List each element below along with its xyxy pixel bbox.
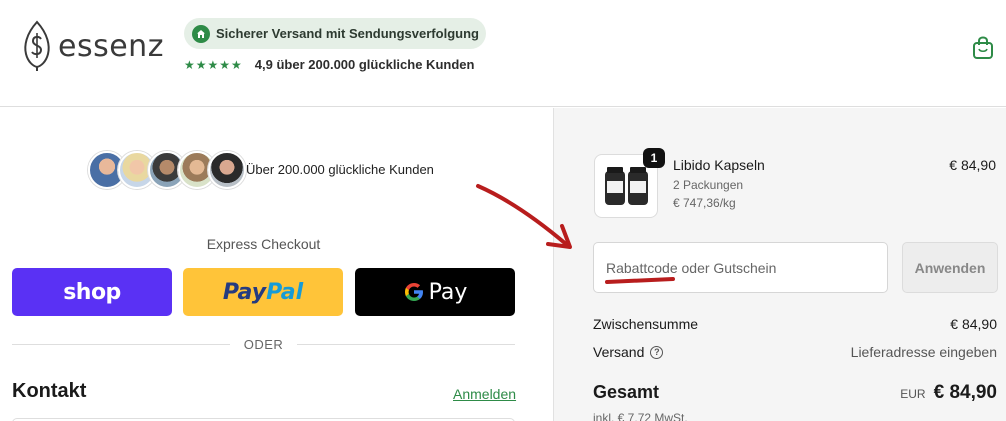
total-label: Gesamt xyxy=(593,382,660,402)
shipping-label: Versand xyxy=(593,344,645,360)
google-g-icon xyxy=(404,283,423,301)
shipping-value: Lieferadresse eingeben xyxy=(850,344,997,360)
product-price: € 84,90 xyxy=(949,157,996,173)
paypal-button[interactable]: PayPal xyxy=(183,268,343,316)
contact-heading: Kontakt xyxy=(12,380,87,402)
or-label: ODER xyxy=(243,336,284,352)
express-checkout-label: Express Checkout xyxy=(206,236,321,252)
subtotal-value: € 84,90 xyxy=(950,316,997,332)
tax-note: inkl. € 7,72 MwSt. xyxy=(593,411,688,421)
home-shield-icon xyxy=(192,24,210,43)
happy-customers-text: Über 200.000 glückliche Kunden xyxy=(246,162,434,177)
customer-avatars xyxy=(88,151,246,189)
google-pay-label: Pay xyxy=(428,279,468,305)
quantity-badge: 1 xyxy=(643,148,665,168)
login-link[interactable]: Anmelden xyxy=(453,386,516,402)
apply-discount-button[interactable]: Anwenden xyxy=(902,242,998,293)
product-unit-price: € 747,36/kg xyxy=(673,196,736,210)
checkout-page: essenz Sicherer Versand mit Sendungsverf… xyxy=(0,0,1006,421)
divider-line xyxy=(12,343,230,345)
google-pay-logo: Pay xyxy=(403,279,468,305)
shipping-badge: Sicherer Versand mit Sendungsverfolgung xyxy=(184,18,486,49)
paypal-logo: PayPal xyxy=(223,280,303,305)
total-value: € 84,90 xyxy=(933,382,997,403)
rating-text: 4,9 über 200.000 glückliche Kunden xyxy=(254,57,475,72)
customer-rating: ★★★★★ 4,9 über 200.000 glückliche Kunden xyxy=(184,57,474,72)
header: essenz Sicherer Versand mit Sendungsverf… xyxy=(0,0,1006,107)
shopping-bag-icon[interactable] xyxy=(972,36,994,60)
product-name: Libido Kapseln xyxy=(673,157,765,173)
shipping-label-group: Versand ? xyxy=(593,344,664,360)
subtotal-label: Zwischensumme xyxy=(593,316,699,332)
avatar xyxy=(208,151,246,189)
total-row: Gesamt EUR € 84,90 xyxy=(593,382,997,404)
discount-code-input[interactable] xyxy=(594,243,887,292)
brand-name: essenz xyxy=(58,28,164,64)
help-circle-icon[interactable]: ? xyxy=(650,345,664,359)
product-variant: 2 Packungen xyxy=(673,178,744,192)
leaf-dollar-icon xyxy=(24,20,50,71)
total-amount-group: EUR € 84,90 xyxy=(900,382,997,404)
google-pay-button[interactable]: Pay xyxy=(355,268,515,316)
brand-logo[interactable]: essenz xyxy=(22,20,164,72)
paypal-logo-part1: Pay xyxy=(222,279,267,305)
order-summary: 1 Libido Kapseln 2 Packungen € 747,36/kg… xyxy=(553,108,1006,421)
shipping-row: Versand ? Lieferadresse eingeben xyxy=(593,344,997,360)
shop-pay-label: shop xyxy=(63,279,121,305)
paypal-logo-part2: Pal xyxy=(266,279,304,305)
currency-code: EUR xyxy=(900,387,926,401)
or-divider: ODER xyxy=(12,334,515,354)
subtotal-row: Zwischensumme € 84,90 xyxy=(593,316,997,332)
divider-line xyxy=(297,343,515,345)
checkout-form-column: Über 200.000 glückliche Kunden Express C… xyxy=(0,108,553,421)
shop-pay-button[interactable]: shop xyxy=(12,268,172,316)
star-rating-icon: ★★★★★ xyxy=(184,57,243,72)
shipping-badge-text: Sicherer Versand mit Sendungsverfolgung xyxy=(216,26,479,41)
discount-code-field[interactable] xyxy=(593,242,888,293)
